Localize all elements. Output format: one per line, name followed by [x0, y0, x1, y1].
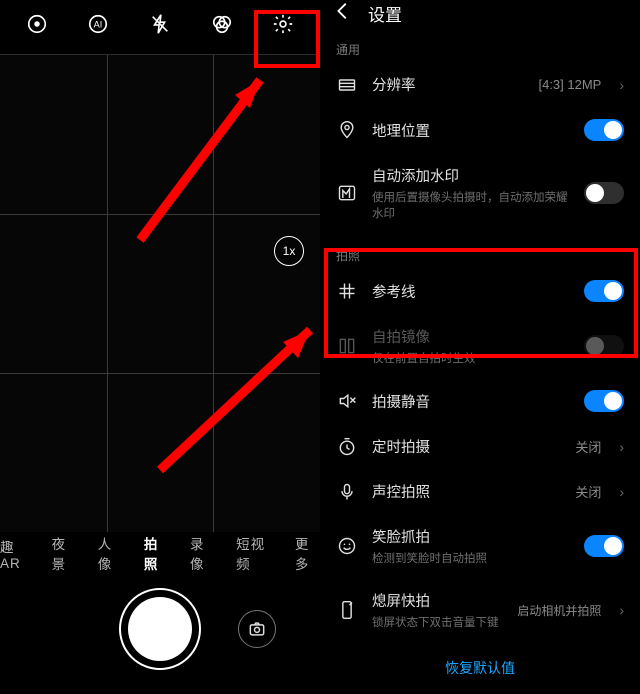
row-voice[interactable]: 声控拍照 关闭 › — [320, 469, 640, 514]
row-smile[interactable]: 笑脸抓拍 检测到笑脸时自动拍照 — [320, 514, 640, 578]
toggle-gridlines[interactable] — [584, 280, 624, 302]
smile-icon — [336, 536, 358, 556]
row-mirror: 自拍镜像 仅在前置自拍时生效 — [320, 314, 640, 378]
toggle-smile[interactable] — [584, 535, 624, 557]
camera-viewfinder[interactable]: 1x — [0, 54, 320, 532]
row-timer[interactable]: 定时拍摄 关闭 › — [320, 424, 640, 469]
row-mute[interactable]: 拍摄静音 — [320, 378, 640, 424]
flash-off-icon[interactable] — [140, 13, 180, 41]
back-icon[interactable] — [332, 0, 354, 27]
toggle-mute[interactable] — [584, 390, 624, 412]
voice-icon — [336, 482, 358, 502]
toggle-mirror — [584, 335, 624, 357]
mode-shortvideo[interactable]: 短视频 — [236, 533, 274, 573]
mode-ar[interactable]: 趣AR — [0, 536, 31, 571]
settings-header: 设置 — [320, 0, 640, 27]
row-screenoff[interactable]: 熄屏快拍 锁屏状态下双击音量下键 启动相机并拍照 › — [320, 578, 640, 642]
zoom-badge[interactable]: 1x — [274, 236, 304, 266]
timer-icon — [336, 437, 358, 457]
effect-icon[interactable] — [17, 13, 57, 41]
watermark-icon — [336, 183, 358, 203]
chevron-right-icon: › — [619, 77, 624, 93]
gridlines-icon — [336, 281, 358, 301]
chevron-right-icon: › — [619, 439, 624, 455]
screenoff-icon — [336, 600, 358, 620]
mode-video[interactable]: 录像 — [190, 533, 215, 573]
row-gridlines[interactable]: 参考线 — [320, 268, 640, 314]
row-location[interactable]: 地理位置 — [320, 107, 640, 153]
svg-text:AI: AI — [94, 20, 103, 30]
mode-more[interactable]: 更多 — [295, 533, 320, 573]
chevron-right-icon: › — [619, 484, 624, 500]
camera-top-toolbar: AI — [0, 0, 320, 54]
ai-icon[interactable]: AI — [78, 13, 118, 41]
toggle-location[interactable] — [584, 119, 624, 141]
resolution-icon — [336, 75, 358, 95]
mode-portrait[interactable]: 人像 — [98, 533, 123, 573]
mode-night[interactable]: 夜景 — [52, 533, 77, 573]
filter-icon[interactable] — [202, 13, 242, 41]
row-watermark[interactable]: 自动添加水印 使用后置摄像头拍摄时，自动添加荣耀水印 — [320, 153, 640, 233]
section-photo: 拍照 — [320, 233, 640, 268]
section-general: 通用 — [320, 27, 640, 62]
restore-defaults[interactable]: 恢复默认值 — [320, 642, 640, 694]
switch-camera-button[interactable] — [238, 610, 276, 648]
location-icon — [336, 120, 358, 140]
row-resolution[interactable]: 分辨率 [4:3] 12MP › — [320, 62, 640, 107]
camera-mode-strip[interactable]: 趣AR 夜景 人像 拍照 录像 短视频 更多 — [0, 532, 320, 574]
mode-photo[interactable]: 拍照 — [144, 533, 169, 573]
chevron-right-icon: › — [619, 602, 624, 618]
gear-icon[interactable] — [263, 13, 303, 41]
mute-icon — [336, 391, 358, 411]
mirror-icon — [336, 336, 358, 356]
camera-controls — [0, 574, 320, 684]
toggle-watermark[interactable] — [584, 182, 624, 204]
settings-title: 设置 — [368, 1, 402, 26]
shutter-button[interactable] — [119, 588, 201, 670]
